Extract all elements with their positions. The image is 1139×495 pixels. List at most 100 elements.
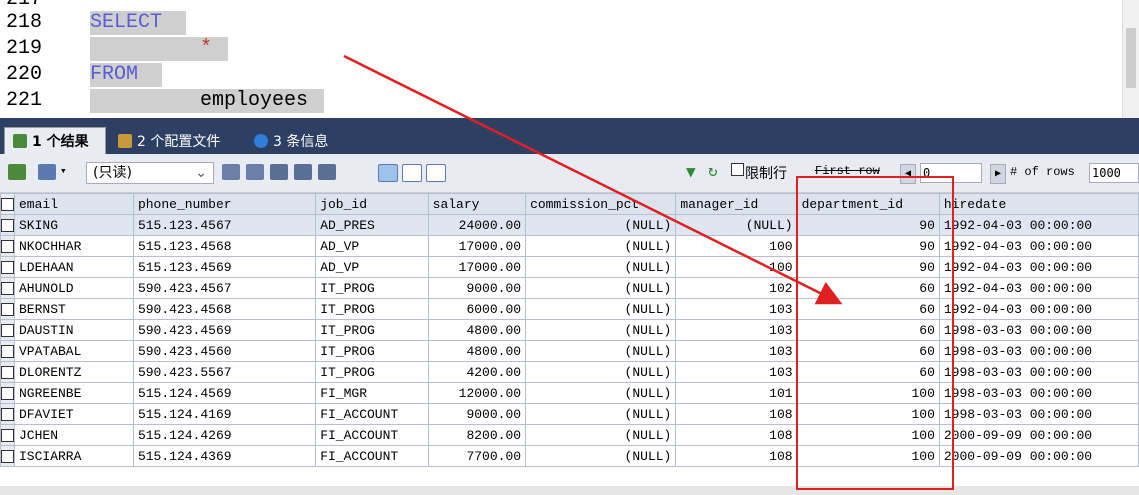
- table-row[interactable]: NGREENBE 515.124.4569 FI_MGR 12000.00 (NULL)…: [0, 382, 1139, 404]
- table-row[interactable]: NKOCHHAR 515.123.4568 AD_VP 17000.00 (NULL) 1…: [0, 235, 1139, 257]
- column-header-manager-id[interactable]: manager_id: [675, 193, 798, 215]
- table-row[interactable]: SKING 515.123.4567 AD_PRES 24000.00 (NULL) (N…: [0, 214, 1139, 236]
- row-checkbox[interactable]: [0, 277, 15, 299]
- cell-hiredate[interactable]: 1992-04-03 00:00:00: [938, 256, 1139, 278]
- export-icon[interactable]: [8, 164, 26, 180]
- cell-commission-pct[interactable]: (NULL): [525, 256, 677, 278]
- import-icon[interactable]: [38, 164, 56, 180]
- rows-count-input[interactable]: 1000: [1089, 163, 1139, 183]
- row-checkbox[interactable]: [0, 361, 15, 383]
- cell-job-id[interactable]: IT_PROG: [315, 298, 429, 320]
- cell-email[interactable]: BERNST: [14, 298, 134, 320]
- text-view-icon[interactable]: [426, 164, 446, 182]
- cell-salary[interactable]: 4200.00: [427, 361, 527, 383]
- cell-job-id[interactable]: IT_PROG: [315, 319, 429, 341]
- cell-hiredate[interactable]: 1998-03-03 00:00:00: [938, 361, 1139, 383]
- cell-commission-pct[interactable]: (NULL): [525, 424, 677, 446]
- cell-phone-number[interactable]: 515.123.4569: [132, 256, 317, 278]
- cell-job-id[interactable]: IT_PROG: [315, 277, 429, 299]
- column-header-email[interactable]: email: [14, 193, 134, 215]
- table-row[interactable]: DAUSTIN 590.423.4569 IT_PROG 4800.00 (NULL) 1…: [0, 319, 1139, 341]
- cell-email[interactable]: AHUNOLD: [14, 277, 134, 299]
- cell-manager-id[interactable]: 108: [675, 424, 798, 446]
- cell-manager-id[interactable]: 103: [675, 298, 798, 320]
- row-checkbox[interactable]: [0, 256, 15, 278]
- table-row[interactable]: DLORENTZ 590.423.5567 IT_PROG 4200.00 (NULL)…: [0, 361, 1139, 383]
- filter-icon[interactable]: ▼: [686, 162, 696, 181]
- cell-job-id[interactable]: FI_ACCOUNT: [315, 403, 429, 425]
- table-row[interactable]: VPATABAL 590.423.4560 IT_PROG 4800.00 (NULL)…: [0, 340, 1139, 362]
- cell-manager-id[interactable]: 103: [675, 340, 798, 362]
- horizontal-scrollbar[interactable]: [0, 486, 1139, 495]
- cell-email[interactable]: SKING: [14, 214, 134, 236]
- cell-phone-number[interactable]: 515.123.4568: [132, 235, 317, 257]
- select-all-checkbox[interactable]: [0, 193, 15, 215]
- result-grid[interactable]: email phone_number job_id salary commission_…: [0, 193, 1139, 495]
- cell-phone-number[interactable]: 590.423.4569: [132, 319, 317, 341]
- cell-commission-pct[interactable]: (NULL): [525, 340, 677, 362]
- cell-email[interactable]: JCHEN: [14, 424, 134, 446]
- cell-commission-pct[interactable]: (NULL): [525, 445, 677, 467]
- scroll-thumb[interactable]: [1126, 28, 1136, 88]
- cell-salary[interactable]: 4800.00: [427, 319, 527, 341]
- delete-icon[interactable]: [294, 164, 312, 180]
- cell-manager-id[interactable]: 102: [675, 277, 798, 299]
- row-checkbox[interactable]: [0, 382, 15, 404]
- cell-phone-number[interactable]: 515.124.4569: [132, 382, 317, 404]
- row-checkbox[interactable]: [0, 214, 15, 236]
- cell-hiredate[interactable]: 1992-04-03 00:00:00: [938, 298, 1139, 320]
- row-checkbox[interactable]: [0, 340, 15, 362]
- cell-commission-pct[interactable]: (NULL): [525, 298, 677, 320]
- cell-commission-pct[interactable]: (NULL): [525, 235, 677, 257]
- cell-email[interactable]: NGREENBE: [14, 382, 134, 404]
- tab-messages[interactable]: 3 条信息: [246, 127, 342, 154]
- cell-email[interactable]: DLORENTZ: [14, 361, 134, 383]
- dropdown-arrow-icon[interactable]: ▾: [60, 164, 67, 177]
- cell-salary[interactable]: 8200.00: [427, 424, 527, 446]
- refresh-icon[interactable]: ↻: [708, 161, 718, 180]
- cancel-icon[interactable]: [318, 164, 336, 180]
- row-checkbox[interactable]: [0, 445, 15, 467]
- cell-phone-number[interactable]: 515.124.4169: [132, 403, 317, 425]
- cell-hiredate[interactable]: 1998-03-03 00:00:00: [938, 382, 1139, 404]
- cell-phone-number[interactable]: 590.423.5567: [132, 361, 317, 383]
- cell-commission-pct[interactable]: (NULL): [525, 277, 677, 299]
- cell-manager-id[interactable]: 108: [675, 403, 798, 425]
- cell-phone-number[interactable]: 515.124.4269: [132, 424, 317, 446]
- column-header-commission-pct[interactable]: commission_pct: [525, 193, 677, 215]
- cell-email[interactable]: VPATABAL: [14, 340, 134, 362]
- column-header-hiredate[interactable]: hiredate: [938, 193, 1139, 215]
- insert-row-icon[interactable]: [222, 164, 240, 180]
- grid-view-icon[interactable]: [378, 164, 398, 182]
- cell-job-id[interactable]: AD_PRES: [315, 214, 429, 236]
- cell-email[interactable]: NKOCHHAR: [14, 235, 134, 257]
- cell-hiredate[interactable]: 2000-09-09 00:00:00: [938, 424, 1139, 446]
- cell-hiredate[interactable]: 1998-03-03 00:00:00: [938, 340, 1139, 362]
- limit-checkbox[interactable]: [731, 163, 744, 176]
- cell-phone-number[interactable]: 590.423.4560: [132, 340, 317, 362]
- cell-commission-pct[interactable]: (NULL): [525, 214, 677, 236]
- tab-results[interactable]: 1 个结果: [4, 127, 106, 154]
- cell-phone-number[interactable]: 590.423.4568: [132, 298, 317, 320]
- cell-job-id[interactable]: IT_PROG: [315, 361, 429, 383]
- row-checkbox[interactable]: [0, 319, 15, 341]
- row-checkbox[interactable]: [0, 235, 15, 257]
- duplicate-row-icon[interactable]: [246, 164, 264, 180]
- cell-salary[interactable]: 17000.00: [427, 256, 527, 278]
- cell-hiredate[interactable]: 2000-09-09 00:00:00: [938, 445, 1139, 467]
- cell-job-id[interactable]: AD_VP: [315, 235, 429, 257]
- row-checkbox[interactable]: [0, 403, 15, 425]
- cell-phone-number[interactable]: 515.123.4567: [132, 214, 317, 236]
- cell-hiredate[interactable]: 1992-04-03 00:00:00: [938, 235, 1139, 257]
- cell-job-id[interactable]: FI_ACCOUNT: [315, 424, 429, 446]
- cell-hiredate[interactable]: 1992-04-03 00:00:00: [938, 277, 1139, 299]
- table-row[interactable]: AHUNOLD 590.423.4567 IT_PROG 9000.00 (NULL) 1…: [0, 277, 1139, 299]
- table-row[interactable]: JCHEN 515.124.4269 FI_ACCOUNT 8200.00 (NULL)…: [0, 424, 1139, 446]
- row-checkbox[interactable]: [0, 298, 15, 320]
- cell-manager-id[interactable]: 103: [675, 361, 798, 383]
- cell-commission-pct[interactable]: (NULL): [525, 319, 677, 341]
- cell-commission-pct[interactable]: (NULL): [525, 403, 677, 425]
- tab-profiles[interactable]: 2 个配置文件: [110, 127, 240, 154]
- cell-salary[interactable]: 6000.00: [427, 298, 527, 320]
- cell-manager-id[interactable]: 108: [675, 445, 798, 467]
